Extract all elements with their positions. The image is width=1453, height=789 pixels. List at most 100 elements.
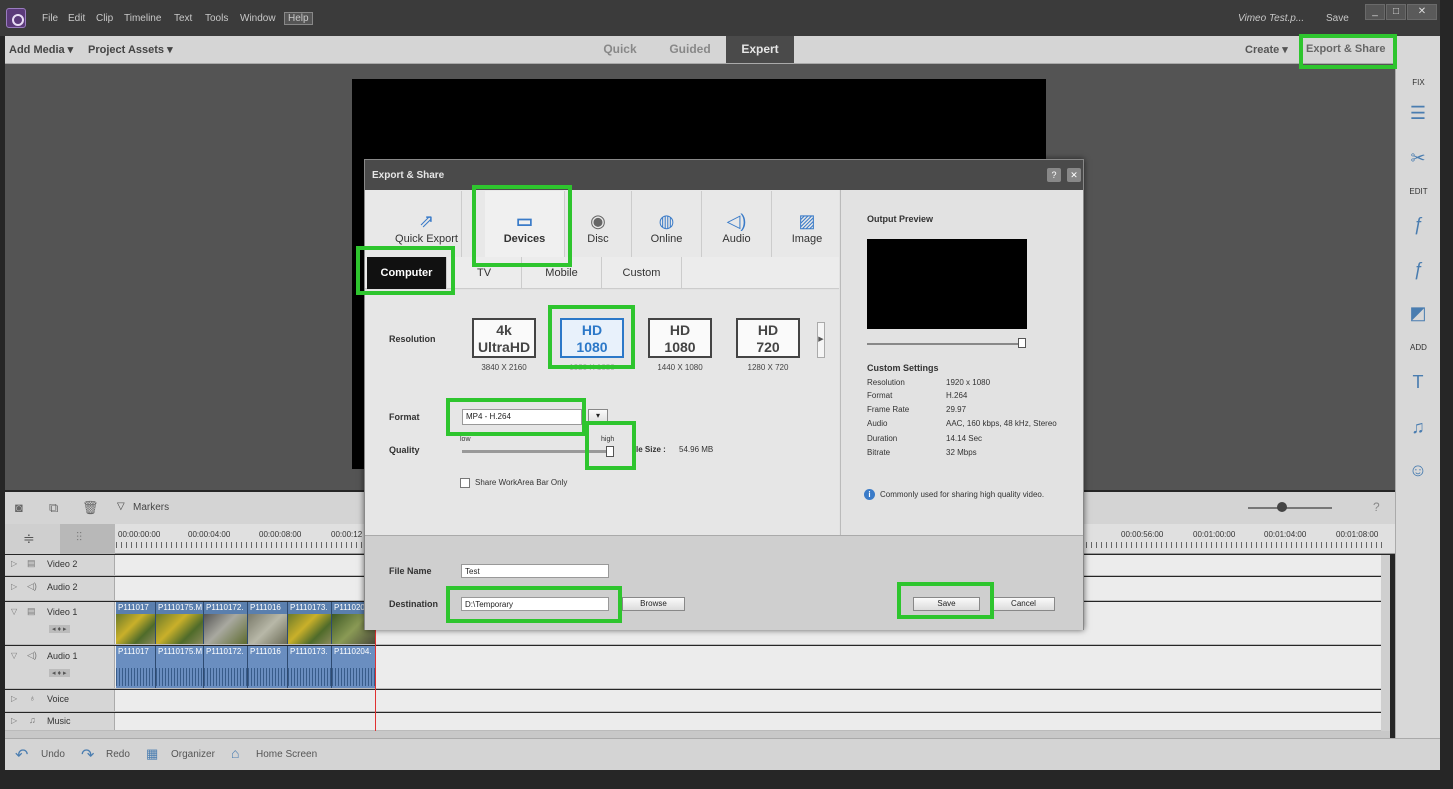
ruler-tick: 00:00:08:00: [259, 530, 302, 539]
waveform: [204, 668, 247, 686]
menu-edit[interactable]: Edit: [68, 13, 85, 24]
output-preview-screen: [867, 239, 1027, 329]
zoom-slider-track[interactable]: [1248, 507, 1332, 509]
main-toolbar: Add Media ▾ Project Assets ▾ Quick Guide…: [5, 36, 1395, 64]
tools-icon[interactable]: ✂: [1407, 147, 1429, 169]
menu-help[interactable]: Help: [284, 12, 313, 25]
text-title-icon[interactable]: T: [1407, 371, 1429, 393]
organizer-button[interactable]: Organizer: [171, 749, 215, 760]
setting-key: Bitrate: [867, 448, 891, 457]
category-image[interactable]: ▨ Image: [772, 191, 842, 257]
resolution-hd-720[interactable]: HD 720: [736, 318, 800, 358]
bottom-bar: ↶ Undo ↷ Redo ▦ Organizer ⌂ Home Screen: [5, 738, 1440, 770]
smiley-icon[interactable]: ☺: [1407, 459, 1429, 481]
expand-icon[interactable]: ▷: [11, 582, 17, 591]
setting-value: 29.97: [946, 405, 967, 414]
dialog-help-button[interactable]: ?: [1047, 168, 1061, 182]
fx-edit-icon[interactable]: ƒ: [1407, 213, 1429, 235]
audio-clip[interactable]: P1110175.M: [156, 646, 204, 688]
redo-icon[interactable]: ↷: [81, 745, 94, 765]
expand-icon[interactable]: ▷: [11, 559, 17, 568]
playhead-line[interactable]: [375, 630, 376, 731]
transition-icon[interactable]: ◩: [1407, 302, 1429, 324]
expand-icon[interactable]: ▷: [11, 694, 17, 703]
undo-button[interactable]: Undo: [41, 749, 65, 760]
custom-settings-title: Custom Settings: [867, 363, 939, 373]
undo-icon[interactable]: ↶: [15, 745, 28, 765]
tab-quick[interactable]: Quick: [595, 36, 645, 63]
expand-icon[interactable]: ▷: [11, 716, 17, 725]
share-workarea-label: Share WorkArea Bar Only: [475, 478, 568, 487]
category-audio[interactable]: ◁) Audio: [702, 191, 772, 257]
video-clip[interactable]: P111017: [116, 602, 156, 644]
clip-thumbnail: [204, 614, 247, 644]
video-clip[interactable]: P1110175.M: [156, 602, 204, 644]
menu-timeline[interactable]: Timeline: [124, 13, 161, 24]
redo-button[interactable]: Redo: [106, 749, 130, 760]
audio-waveform-toggle[interactable]: ⫶⫶: [60, 524, 115, 554]
title-save-button[interactable]: Save: [1326, 13, 1349, 24]
resolution-hd-1080[interactable]: HD 1080: [648, 318, 712, 358]
waveform-icon: ⫶⫶: [76, 530, 83, 544]
category-online[interactable]: ◍ Online: [632, 191, 702, 257]
help-icon[interactable]: ?: [1373, 500, 1380, 514]
create-button[interactable]: Create ▾: [1245, 43, 1288, 56]
minimize-button[interactable]: _: [1365, 4, 1385, 20]
project-assets-button[interactable]: Project Assets ▾: [88, 43, 173, 56]
file-name-input[interactable]: Test: [461, 564, 609, 578]
audio-clip[interactable]: P111016: [248, 646, 288, 688]
next-arrow-button[interactable]: ▶: [817, 322, 825, 358]
right-tools-panel: FIX ☰ ✂ EDIT ƒ ƒ ◩ ADD T ♫ ☺: [1395, 36, 1440, 741]
tab-guided[interactable]: Guided: [660, 36, 720, 63]
menu-text[interactable]: Text: [174, 13, 192, 24]
markers-button[interactable]: Markers: [133, 502, 169, 513]
menu-clip[interactable]: Clip: [96, 13, 113, 24]
preview-scrub-thumb[interactable]: [1018, 338, 1026, 348]
keyframe-controls[interactable]: ◂ ♦ ▸: [49, 625, 70, 633]
collapse-icon[interactable]: ▽: [11, 607, 17, 616]
speaker-icon: ◁): [726, 211, 747, 231]
audio-clip[interactable]: P1110204.: [332, 646, 376, 688]
app-logo-icon: [6, 8, 26, 28]
audio-clip[interactable]: P111017: [116, 646, 156, 688]
track-name: Audio 1: [47, 651, 78, 661]
video-clip[interactable]: P1110172.: [204, 602, 248, 644]
setting-key: Resolution: [867, 378, 905, 387]
trash-icon[interactable]: 🗑: [82, 500, 99, 516]
add-media-button[interactable]: Add Media ▾: [9, 43, 73, 56]
subtab-custom[interactable]: Custom: [602, 257, 682, 289]
maximize-button[interactable]: □: [1386, 4, 1406, 20]
crop-icon[interactable]: ⧉: [49, 500, 58, 516]
zoom-slider-thumb[interactable]: [1277, 502, 1287, 512]
setting-key: Duration: [867, 434, 898, 443]
home-screen-button[interactable]: Home Screen: [256, 749, 317, 760]
home-icon[interactable]: ⌂: [231, 745, 239, 761]
collapse-icon[interactable]: ▽: [11, 651, 17, 660]
resolution-4k[interactable]: 4k UltraHD: [472, 318, 536, 358]
share-workarea-checkbox[interactable]: [460, 478, 470, 488]
camera-icon[interactable]: ◙: [15, 500, 23, 515]
video-clip[interactable]: P111016: [248, 602, 288, 644]
video-clip[interactable]: P1110173.: [288, 602, 332, 644]
menu-file[interactable]: File: [42, 13, 58, 24]
edit-label: EDIT: [1409, 187, 1428, 196]
category-disc[interactable]: ◉ Disc: [565, 191, 632, 257]
music-note-icon[interactable]: ♫: [1407, 416, 1429, 438]
timeline-vertical-scrollbar[interactable]: [1381, 555, 1390, 731]
fx-icon[interactable]: ƒ: [1407, 258, 1429, 280]
close-window-button[interactable]: ✕: [1407, 4, 1437, 20]
audio-clip[interactable]: P1110172.: [204, 646, 248, 688]
menu-tools[interactable]: Tools: [205, 13, 228, 24]
highlight-hd1080: [548, 305, 635, 369]
track-settings-icon[interactable]: ≑: [23, 530, 35, 547]
preview-scrub-track[interactable]: [867, 343, 1021, 345]
tab-expert[interactable]: Expert: [726, 36, 794, 63]
browse-button[interactable]: Browse: [622, 597, 685, 611]
organizer-icon[interactable]: ▦: [146, 746, 158, 762]
adjust-sliders-icon[interactable]: ☰: [1407, 102, 1429, 124]
dialog-close-button[interactable]: ✕: [1067, 168, 1081, 182]
audio-clip[interactable]: P1110173.: [288, 646, 332, 688]
keyframe-controls[interactable]: ◂ ♦ ▸: [49, 669, 70, 677]
menu-window[interactable]: Window: [240, 13, 276, 24]
cancel-button[interactable]: Cancel: [992, 597, 1055, 611]
